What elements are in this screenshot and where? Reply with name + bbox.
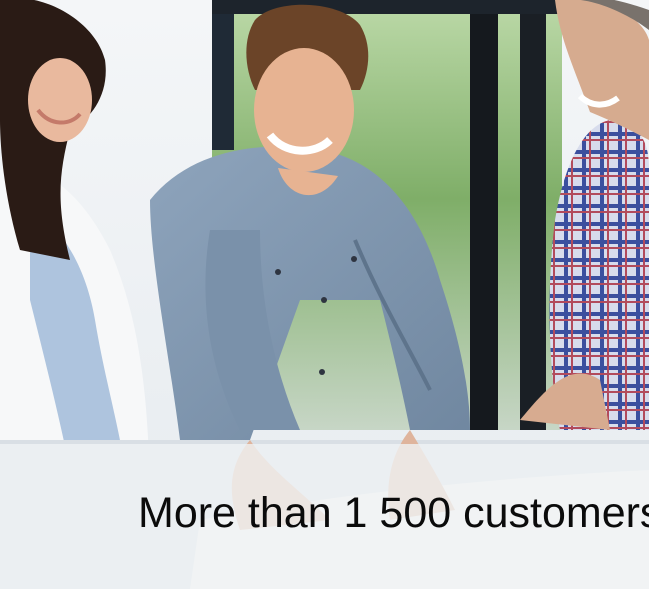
customer-count-caption: More than 1 500 customers bbox=[138, 489, 649, 537]
hero-slide: More than 1 500 customers bbox=[0, 0, 649, 589]
